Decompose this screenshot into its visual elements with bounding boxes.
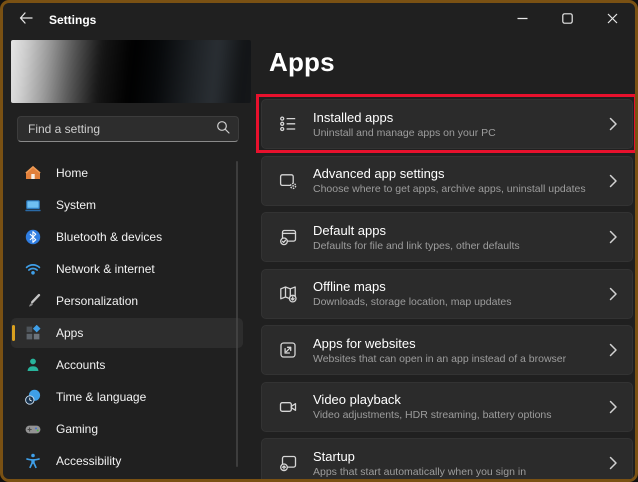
sidebar-item-network-internet[interactable]: Network & internet: [11, 254, 243, 284]
card-subtitle: Uninstall and manage apps on your PC: [313, 126, 496, 139]
chevron-right-icon: [609, 287, 618, 301]
maximize-button[interactable]: [545, 3, 590, 36]
sidebar-item-apps[interactable]: Apps: [11, 318, 243, 348]
card-subtitle: Apps that start automatically when you s…: [313, 465, 527, 478]
minimize-icon: [517, 11, 528, 29]
system-icon: [24, 197, 41, 214]
gaming-icon: [24, 421, 41, 438]
selected-indicator: [12, 325, 15, 341]
back-button[interactable]: [11, 7, 41, 33]
close-icon: [607, 11, 618, 29]
network-icon: [24, 261, 41, 278]
card-title: Apps for websites: [313, 335, 416, 351]
sidebar-nav: Home System Bluetooth & devices Network …: [11, 158, 243, 476]
chevron-right-icon: [609, 343, 618, 357]
sidebar-item-system[interactable]: System: [11, 190, 243, 220]
startup-icon: [278, 453, 300, 473]
chevron-right-icon: [609, 230, 618, 244]
settings-card-default-apps[interactable]: Default apps Defaults for file and link …: [261, 212, 633, 262]
page-title: Apps: [269, 47, 335, 77]
home-icon: [24, 165, 41, 182]
window-title: Settings: [49, 12, 97, 27]
card-title: Installed apps: [313, 109, 394, 125]
card-subtitle: Defaults for file and link types, other …: [313, 239, 520, 252]
search-box[interactable]: [17, 116, 239, 142]
accounts-icon: [24, 357, 41, 374]
settings-card-startup[interactable]: Startup Apps that start automatically wh…: [261, 438, 633, 479]
default-apps-icon: [278, 227, 300, 247]
card-subtitle: Video adjustments, HDR streaming, batter…: [313, 409, 552, 421]
sidebar-scrollbar[interactable]: [236, 161, 238, 467]
sidebar-item-personalization[interactable]: Personalization: [11, 286, 243, 316]
settings-card-installed-apps[interactable]: Installed apps Uninstall and manage apps…: [256, 94, 635, 153]
accessibility-icon: [24, 453, 41, 470]
card-title: Advanced app settings: [313, 166, 445, 181]
maximize-icon: [562, 11, 573, 29]
apps-for-websites-icon: [278, 340, 300, 360]
personalization-icon: [24, 293, 41, 310]
sidebar-item-time-language[interactable]: Time & language: [11, 382, 243, 412]
minimize-button[interactable]: [500, 3, 545, 36]
settings-card-advanced-app-settings[interactable]: Advanced app settings Choose where to ge…: [261, 155, 633, 206]
chevron-right-icon: [609, 174, 618, 188]
settings-card-apps-for-websites[interactable]: Apps for websites Websites that can open…: [261, 325, 633, 375]
bluetooth-icon: [24, 229, 41, 246]
time-language-icon: [24, 389, 41, 406]
back-arrow-icon: [19, 11, 33, 29]
offline-maps-icon: [278, 284, 300, 304]
card-title: Offline maps: [313, 279, 386, 294]
card-subtitle: Downloads, storage location, map updates: [313, 296, 512, 308]
card-title: Startup: [313, 448, 355, 464]
titlebar: Settings: [3, 3, 635, 36]
sidebar-item-bluetooth-devices[interactable]: Bluetooth & devices: [11, 222, 243, 252]
sidebar-item-gaming[interactable]: Gaming: [11, 414, 243, 444]
installed-apps-icon: [278, 114, 300, 134]
video-playback-icon: [278, 397, 300, 417]
close-button[interactable]: [590, 3, 635, 36]
settings-window: Settings Home System Bluetooth: [0, 0, 638, 482]
settings-card-list: Installed apps Uninstall and manage apps…: [256, 94, 635, 479]
card-title: Default apps: [313, 222, 386, 238]
settings-card-video-playback[interactable]: Video playback Video adjustments, HDR st…: [261, 381, 633, 432]
chevron-right-icon: [609, 456, 618, 470]
sidebar-item-accounts[interactable]: Accounts: [11, 350, 243, 380]
search-input[interactable]: [28, 122, 216, 136]
account-banner-image: [11, 40, 251, 103]
card-subtitle: Websites that can open in an app instead…: [313, 352, 567, 365]
sidebar-item-home[interactable]: Home: [11, 158, 243, 188]
apps-icon: [24, 325, 41, 342]
sidebar-item-accessibility[interactable]: Accessibility: [11, 446, 243, 476]
chevron-right-icon: [609, 117, 618, 131]
advanced-app-settings-icon: [278, 171, 300, 191]
chevron-right-icon: [609, 400, 618, 414]
search-icon: [216, 120, 230, 139]
settings-card-offline-maps[interactable]: Offline maps Downloads, storage location…: [261, 268, 633, 319]
card-subtitle: Choose where to get apps, archive apps, …: [313, 183, 586, 195]
card-title: Video playback: [313, 392, 401, 407]
